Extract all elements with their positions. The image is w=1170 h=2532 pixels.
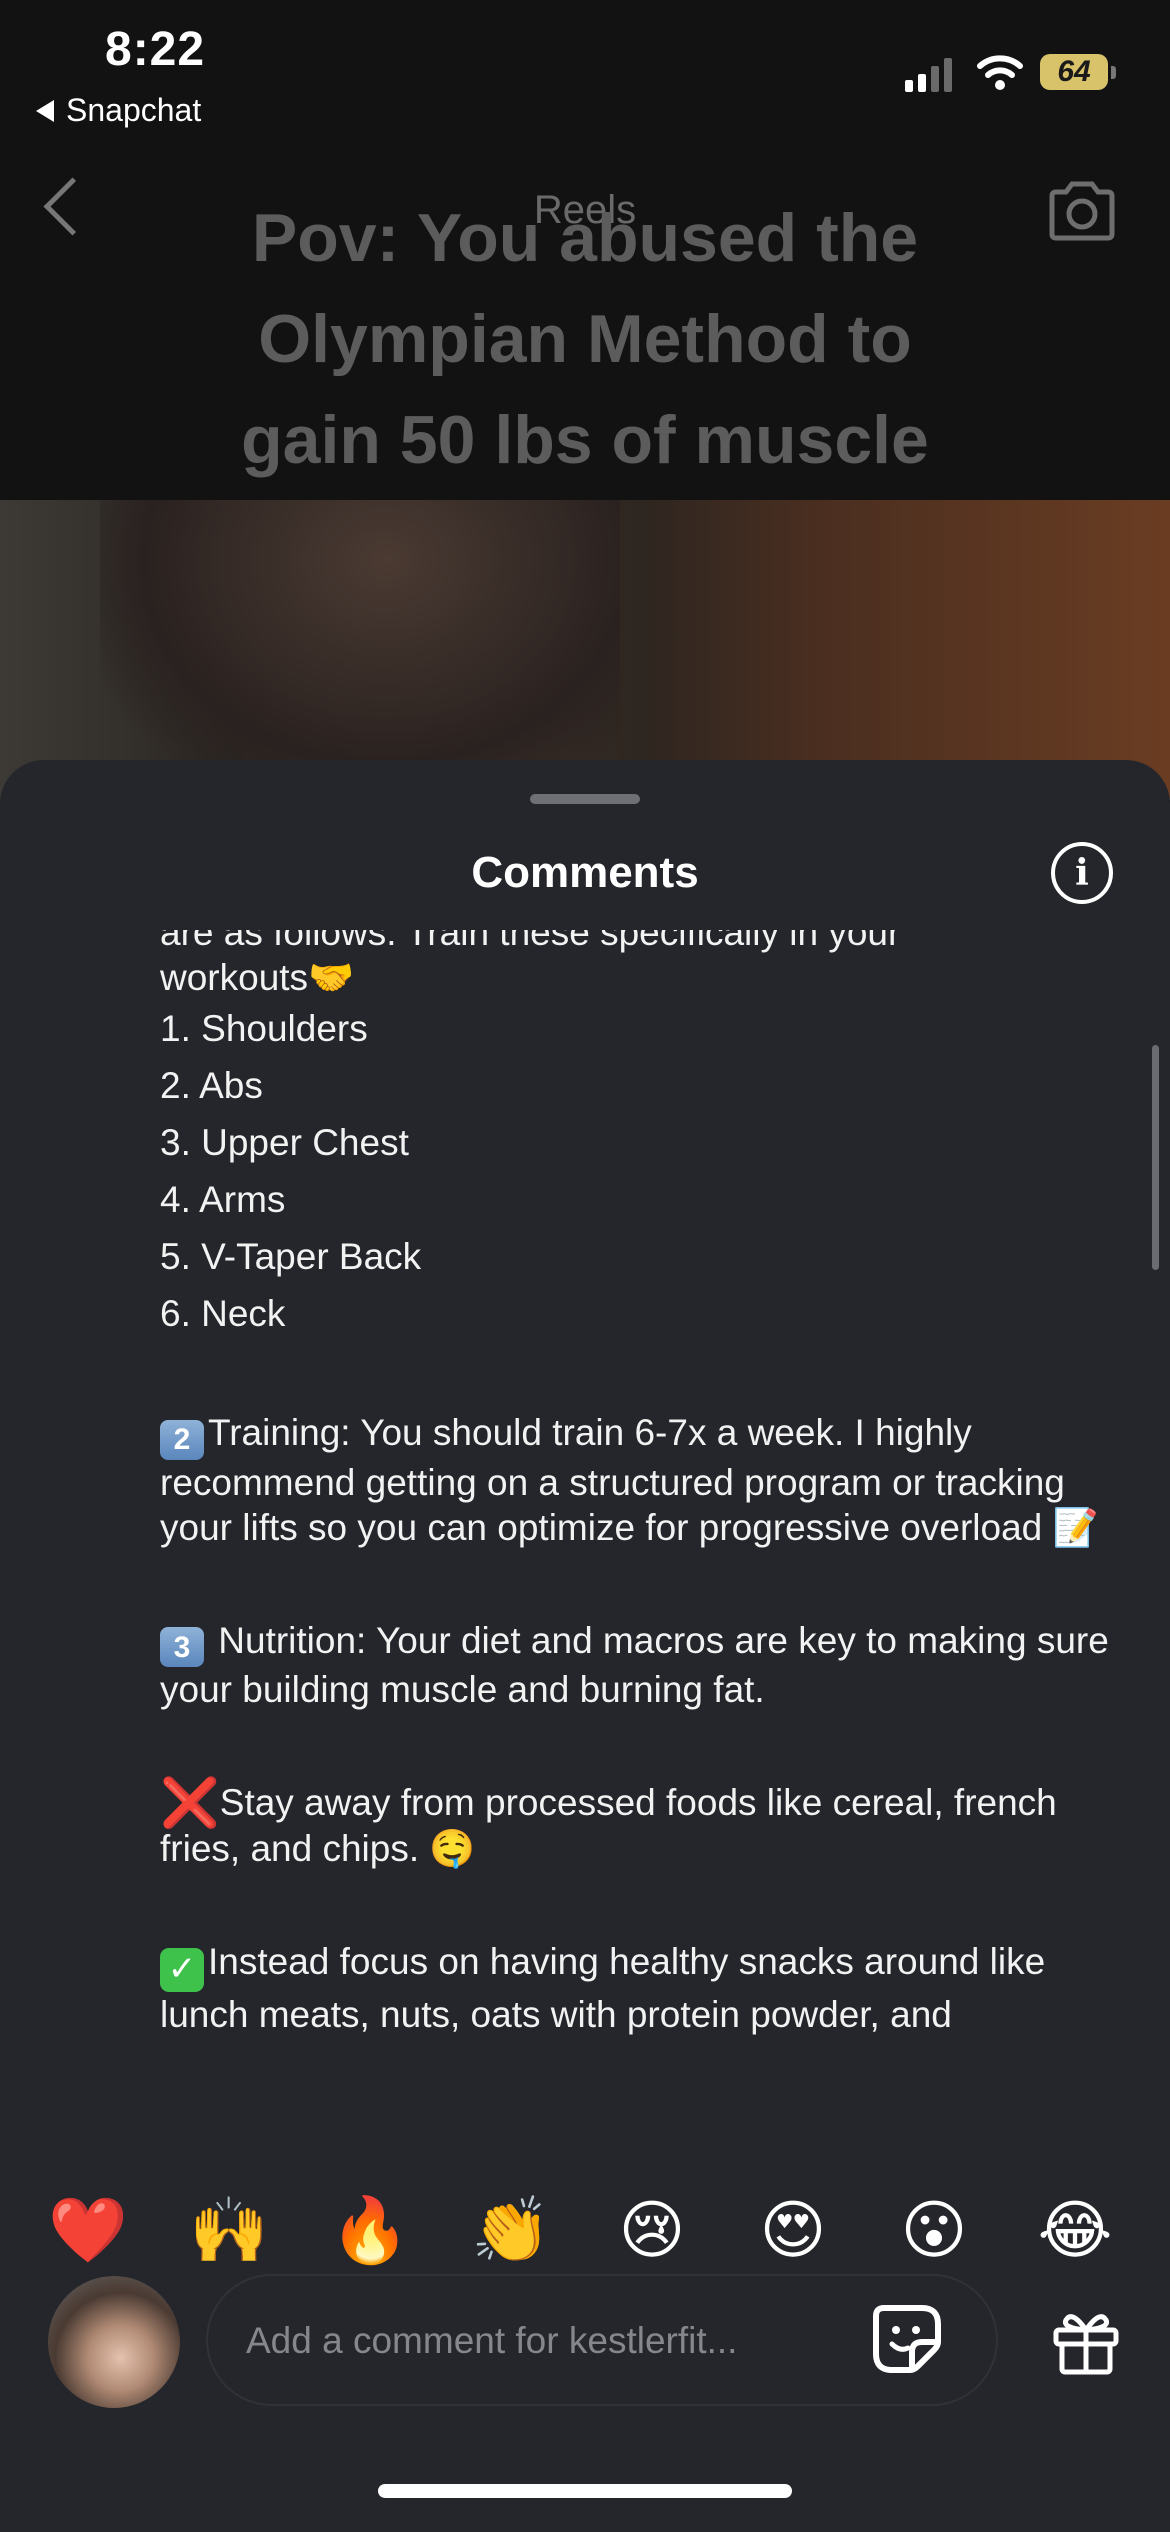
nutrition-text: Nutrition: Your diet and macros are key … [160,1619,1109,1711]
back-to-app-link[interactable]: Snapchat [36,92,201,129]
wifi-icon [977,55,1023,90]
handshake-emoji: 🤝 [308,957,355,998]
reel-overlay-caption: Pov: You abused the Olympian Method to g… [0,188,1170,491]
raised-hands-reaction-button[interactable]: 🙌 [179,2180,279,2280]
battery-indicator: 64 [1040,54,1116,90]
comments-sheet: Comments i are as follows. Train these s… [0,760,1170,2532]
heart-eyes-reaction-button[interactable]: 😍 [743,2180,843,2280]
list-item: 5. V-Taper Back [160,1236,422,1277]
keycap-two-icon: 2 [160,1419,204,1460]
caption-line-1: Pov: You abused the [251,200,919,276]
comment-intro-line-1: are as follows. Train these specifically… [160,930,901,953]
comments-title: Comments [471,848,699,897]
clap-reaction-button[interactable]: 👏 [461,2180,561,2280]
drooling-emoji: 🤤 [429,1828,476,1869]
reel-video-frame[interactable] [0,500,1170,800]
list-item: 3. Upper Chest [160,1122,409,1163]
comments-scroll-area[interactable]: are as follows. Train these specifically… [0,930,1170,2220]
home-indicator[interactable] [378,2484,792,2498]
comment-composer[interactable] [206,2274,998,2406]
comment-body: are as follows. Train these specifically… [160,930,1120,2037]
comment-input[interactable] [244,2276,848,2406]
training-text: Training: You should train 6-7x a week. … [160,1412,1065,1548]
list-item: 4. Arms [160,1179,286,1220]
comment-intro-text: workouts [160,957,309,998]
back-triangle-icon [36,99,54,122]
quick-reactions-bar: ❤️ 🙌 🔥 👏 😢 😍 😮 😂 [0,2180,1170,2280]
comments-scrollbar[interactable] [1152,1045,1159,1270]
comment-training-paragraph: 2 Training: You should train 6-7x a week.… [160,1410,1120,1550]
caption-line-2: Olympian Method to [258,301,912,377]
heart-reaction-button[interactable]: ❤️ [38,2180,138,2280]
back-app-label: Snapchat [66,92,202,128]
avatar[interactable] [48,2276,180,2408]
list-item: 6. Neck [160,1293,286,1334]
comment-nutrition-paragraph: 3 Nutrition: Your diet and macros are ke… [160,1618,1120,1713]
surprised-reaction-button[interactable]: 😮 [884,2180,984,2280]
cellular-signal-icon [905,58,952,92]
sticker-icon[interactable] [870,2302,944,2376]
memo-emoji: 📝 [1052,1506,1099,1548]
gift-icon[interactable] [1050,2306,1122,2378]
comment-instead-paragraph: ✓ Instead focus on having healthy snacks … [160,1939,1120,2037]
laughing-reaction-button[interactable]: 😂 [1025,2180,1125,2280]
video-subject [100,500,620,800]
comment-intro-line-2: workouts🤝 [160,955,1120,1000]
sheet-drag-handle[interactable] [530,794,640,804]
status-time: 8:22 [105,23,206,76]
comment-avoid-paragraph: ❌Stay away from processed foods like cer… [160,1780,1120,1871]
list-item: 1. Shoulders [160,1008,368,1049]
avoid-text: Stay away from processed foods like cere… [160,1782,1057,1869]
info-icon[interactable]: i [1051,842,1113,904]
list-item: 2. Abs [160,1065,263,1106]
instead-text: Instead focus on having healthy snacks a… [160,1941,1046,2035]
crying-reaction-button[interactable]: 😢 [602,2180,702,2280]
check-mark-icon: ✓ [160,1947,204,1992]
fire-reaction-button[interactable]: 🔥 [320,2180,420,2280]
caption-line-3: gain 50 lbs of muscle [241,402,929,478]
cross-mark-icon: ❌ [160,1777,220,1830]
keycap-three-icon: 3 [160,1627,204,1667]
reel-comments-screen: 8:22 Snapchat 64 Reels Pov: You abused t… [0,0,1170,2532]
